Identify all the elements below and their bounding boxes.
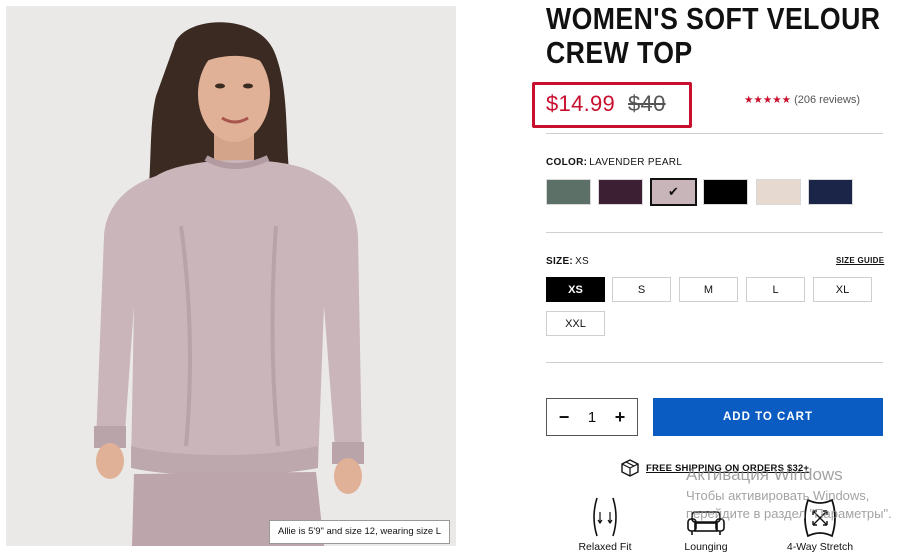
size-label: SIZE: XS (546, 256, 589, 267)
quantity-decrease-button[interactable]: − (557, 407, 571, 428)
color-swatch-navy[interactable] (808, 179, 853, 205)
selected-size-name: XS (575, 256, 590, 267)
product-title: WOMEN'S SOFT VELOUR CREW TOP (546, 1, 881, 70)
sale-price: $14.99 (546, 91, 616, 116)
size-option-l[interactable]: L (746, 277, 805, 302)
feature-lounging: Lounging (661, 496, 751, 552)
feature-4-way-stretch: 4-Way Stretch (775, 496, 865, 552)
color-label-text: COLOR: (546, 157, 588, 168)
size-option-xs[interactable]: XS (546, 277, 605, 302)
model-photo (94, 22, 364, 546)
stretch-icon (775, 496, 865, 538)
size-option-m[interactable]: M (679, 277, 738, 302)
quantity-value[interactable]: 1 (588, 409, 596, 426)
relaxed-fit-icon (560, 496, 650, 538)
product-title-line-1: WOMEN'S SOFT VELOUR (546, 1, 881, 36)
color-swatch-plum[interactable] (598, 179, 643, 205)
feature-relaxed-fit: Relaxed Fit (560, 496, 650, 552)
product-image[interactable]: Allie is 5'9" and size 12, wearing size … (6, 6, 456, 546)
size-guide-link[interactable]: SIZE GUIDE (836, 256, 884, 265)
model-size-caption: Allie is 5'9" and size 12, wearing size … (269, 520, 451, 544)
add-to-cart-button[interactable]: ADD TO CART (653, 398, 883, 436)
divider (546, 232, 883, 233)
color-swatch-oatmeal[interactable] (756, 179, 801, 205)
free-shipping-text[interactable]: FREE SHIPPING ON ORDERS $32+ (646, 463, 809, 474)
size-option-xxl[interactable]: XXL (546, 311, 605, 336)
color-swatch-lavender-pearl[interactable]: ✔ (650, 178, 697, 206)
size-label-text: SIZE: (546, 256, 574, 267)
star-rating-icon: ★★★★★ (744, 94, 792, 106)
checkmark-icon: ✔ (668, 184, 679, 199)
package-icon (621, 459, 639, 477)
quantity-increase-button[interactable]: + (613, 407, 627, 428)
feature-label: Lounging (684, 541, 728, 552)
rating-summary[interactable]: ★★★★★ (206 reviews) (744, 94, 860, 106)
size-option-xl[interactable]: XL (813, 277, 872, 302)
product-title-line-2: CREW TOP (546, 35, 693, 70)
original-price: $40 (628, 91, 666, 116)
quantity-stepper: − 1 + (546, 398, 638, 436)
divider (546, 362, 883, 363)
size-option-s[interactable]: S (612, 277, 671, 302)
color-swatch-slate-green[interactable] (546, 179, 591, 205)
free-shipping-link[interactable]: FREE SHIPPING ON ORDERS $32+ (620, 459, 809, 477)
reviews-count-link[interactable]: (206 reviews) (794, 94, 860, 106)
sofa-icon (661, 496, 751, 538)
divider (546, 133, 883, 134)
color-swatch-black[interactable] (703, 179, 748, 205)
selected-color-name: LAVENDER PEARL (589, 157, 683, 168)
feature-label: 4-Way Stretch (786, 541, 854, 552)
feature-label: Relaxed Fit (578, 541, 632, 552)
color-label: COLOR: LAVENDER PEARL (546, 157, 682, 168)
